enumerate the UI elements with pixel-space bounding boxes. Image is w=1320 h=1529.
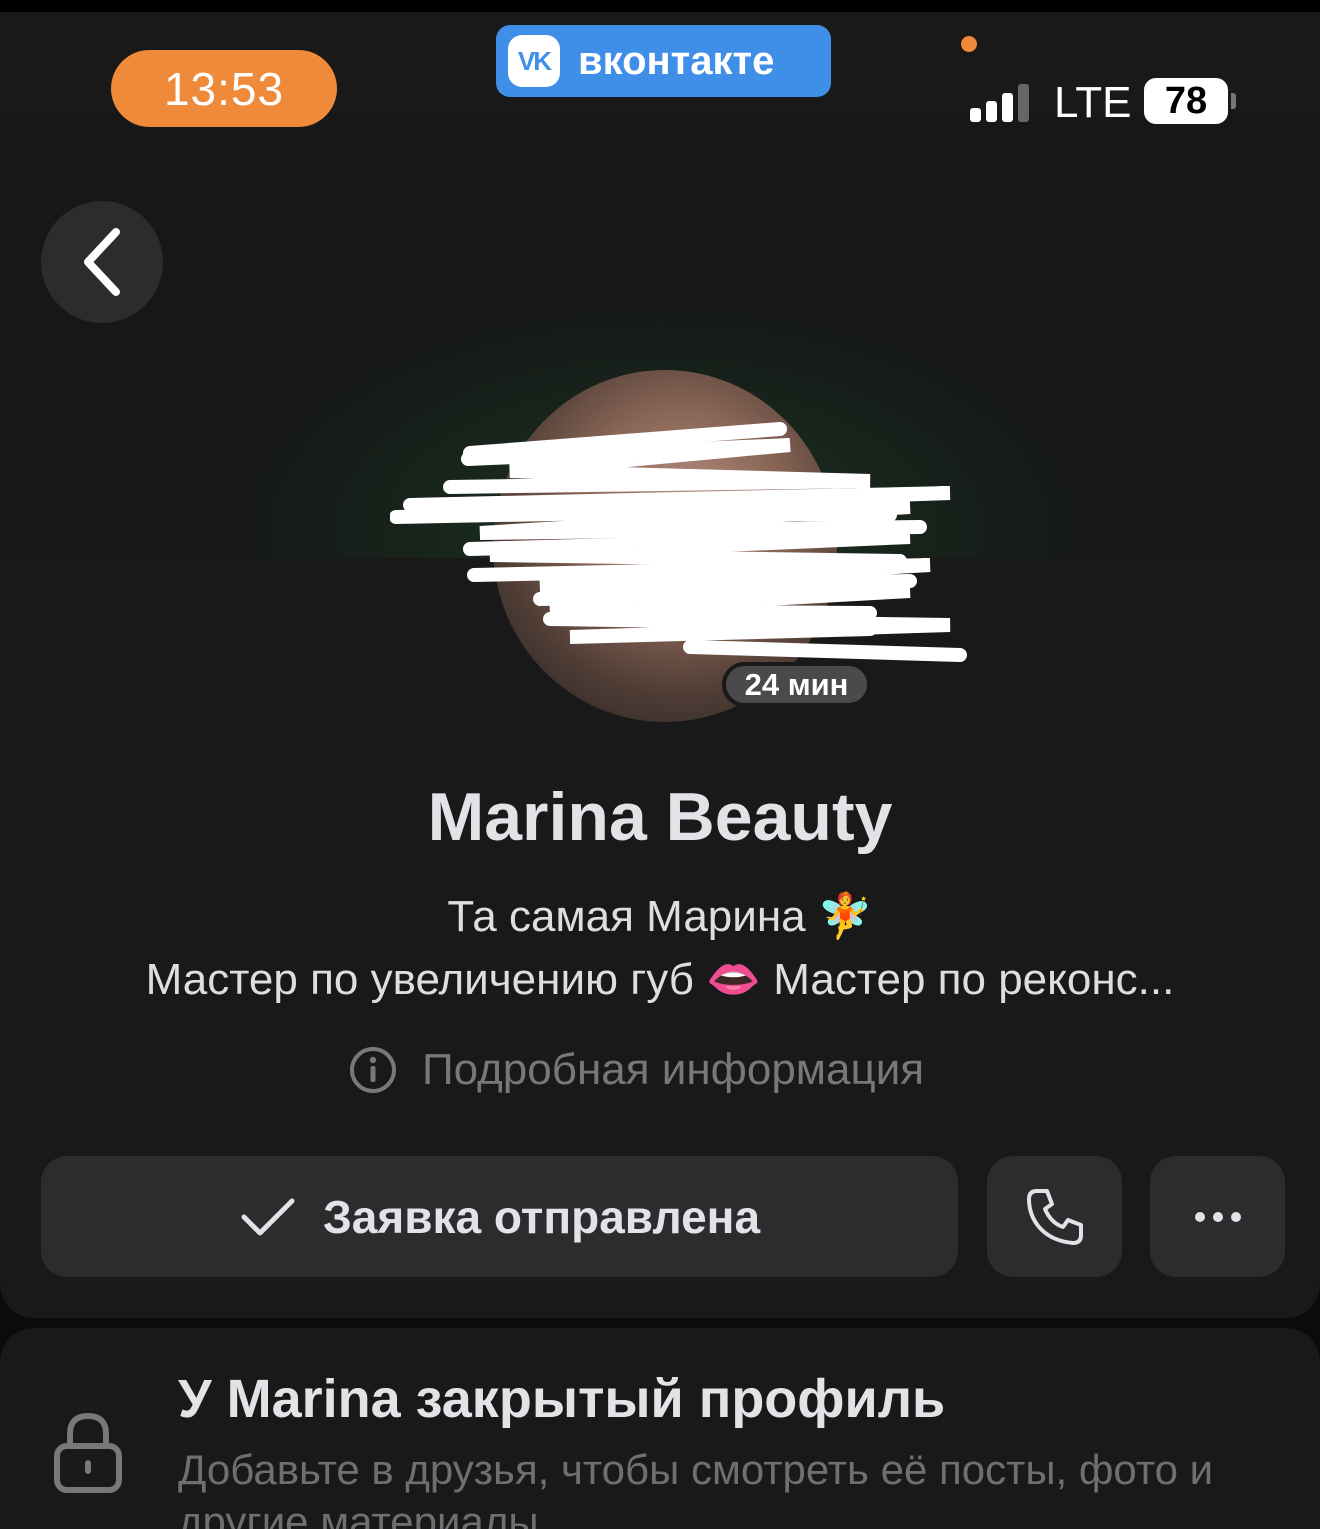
- more-dots-icon: [1194, 1211, 1241, 1222]
- more-actions-button[interactable]: [1150, 1156, 1285, 1277]
- lock-icon: [54, 1412, 122, 1493]
- private-profile-text: Добавьте в друзья, чтобы смотреть её пос…: [178, 1446, 1214, 1529]
- battery-tip: [1231, 93, 1236, 109]
- censor-scribble: [390, 422, 967, 662]
- call-button[interactable]: [987, 1156, 1122, 1277]
- more-info-label: Подробная информация: [422, 1045, 925, 1094]
- vk-app-badge[interactable]: VK вконтакте: [496, 25, 831, 97]
- phone-icon: [1026, 1188, 1083, 1245]
- profile-status-line-1: Та самая Марина 🧚: [447, 892, 873, 941]
- private-profile-title: У Marina закрытый профиль: [178, 1369, 946, 1429]
- more-info-link[interactable]: Подробная информация: [348, 1040, 924, 1100]
- vk-app-label: вконтакте: [578, 38, 775, 83]
- profile-status-line-2[interactable]: Мастер по увеличению губ 👄 Мастер по рек…: [0, 953, 1320, 1005]
- battery-level: 78: [1144, 78, 1228, 124]
- info-icon: [350, 1047, 396, 1093]
- friend-request-label: Заявка отправлена: [322, 1190, 761, 1243]
- privacy-indicator-dot: [961, 36, 977, 52]
- screen-top-edge: [0, 0, 1320, 12]
- friend-request-sent-button[interactable]: Заявка отправлена: [41, 1156, 958, 1277]
- chevron-left-icon: [84, 228, 120, 296]
- checkmark-icon: [241, 1198, 295, 1235]
- status-time: 13:53: [111, 50, 337, 127]
- last-seen-badge: 24 мин: [722, 662, 871, 707]
- signal-bars-icon: [970, 82, 1040, 122]
- vk-logo-icon: VK: [508, 35, 560, 87]
- network-type: LTE: [1054, 78, 1132, 127]
- profile-name: Marina Beauty: [427, 779, 893, 855]
- back-button[interactable]: [41, 201, 163, 323]
